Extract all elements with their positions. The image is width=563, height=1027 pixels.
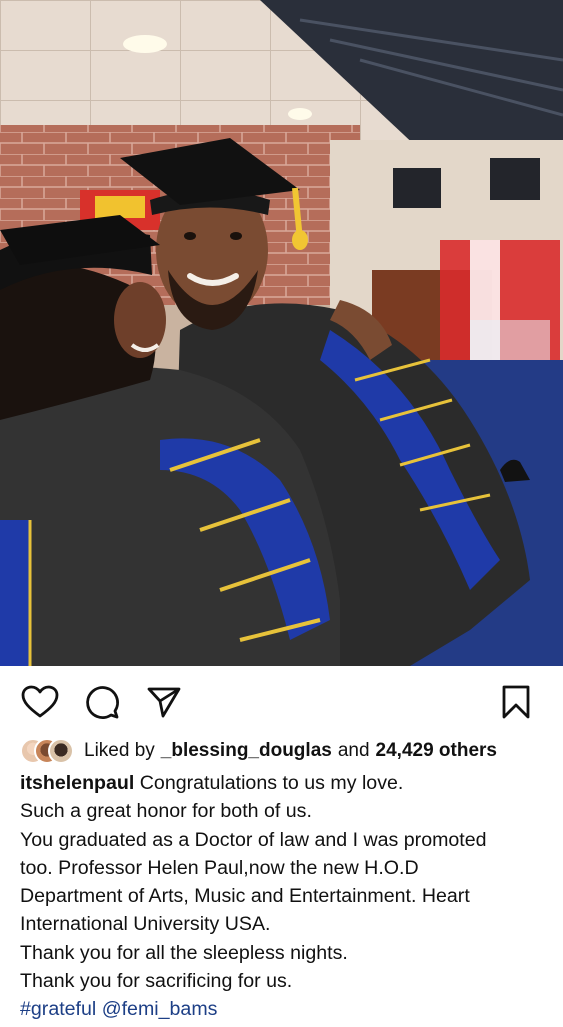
comment-bubble-icon bbox=[86, 686, 119, 719]
caption-text: International University USA. bbox=[20, 913, 271, 936]
comment-button[interactable] bbox=[82, 682, 122, 722]
caption-tags: #grateful @femi_bams bbox=[20, 995, 550, 1023]
mention-link[interactable]: @femi_bams bbox=[102, 998, 218, 1020]
bookmark-icon bbox=[502, 685, 530, 719]
heart-icon bbox=[21, 685, 59, 718]
likes-prefix: Liked by bbox=[84, 740, 155, 761]
caption-first-line: itshelenpaul Congratulations to us my lo… bbox=[20, 769, 550, 797]
caption-text: Such a great honor for both of us. bbox=[20, 800, 312, 823]
caption-text: Thank you for all the sleepless nights. bbox=[20, 941, 348, 964]
likes-summary[interactable]: Liked by _blessing_douglas and 24,429 ot… bbox=[20, 737, 497, 765]
likes-and: and bbox=[337, 740, 370, 761]
post-photo[interactable] bbox=[0, 0, 563, 666]
hashtag-link[interactable]: #grateful bbox=[20, 998, 96, 1020]
caption-text: too. Professor Helen Paul,now the new H.… bbox=[20, 856, 419, 879]
caption-text: Thank you for sacrificing for us. bbox=[20, 970, 293, 993]
caption-username[interactable]: itshelenpaul bbox=[20, 772, 134, 794]
caption-text: Department of Arts, Music and Entertainm… bbox=[20, 885, 470, 908]
post-caption: itshelenpaul Congratulations to us my lo… bbox=[20, 769, 550, 1024]
like-button[interactable] bbox=[20, 682, 60, 722]
graduation-photo-illustration bbox=[0, 0, 563, 666]
caption-text: Congratulations to us my love. bbox=[139, 772, 404, 794]
share-button[interactable] bbox=[144, 682, 184, 722]
liker-username[interactable]: _blessing_douglas bbox=[161, 740, 332, 762]
save-button[interactable] bbox=[496, 682, 536, 722]
avatar bbox=[48, 738, 74, 764]
paper-plane-icon bbox=[147, 687, 181, 718]
post-action-bar bbox=[0, 672, 563, 732]
caption-text: You graduated as a Doctor of law and I w… bbox=[20, 828, 487, 851]
likes-count[interactable]: 24,429 others bbox=[376, 740, 497, 762]
liker-avatars bbox=[20, 737, 78, 765]
